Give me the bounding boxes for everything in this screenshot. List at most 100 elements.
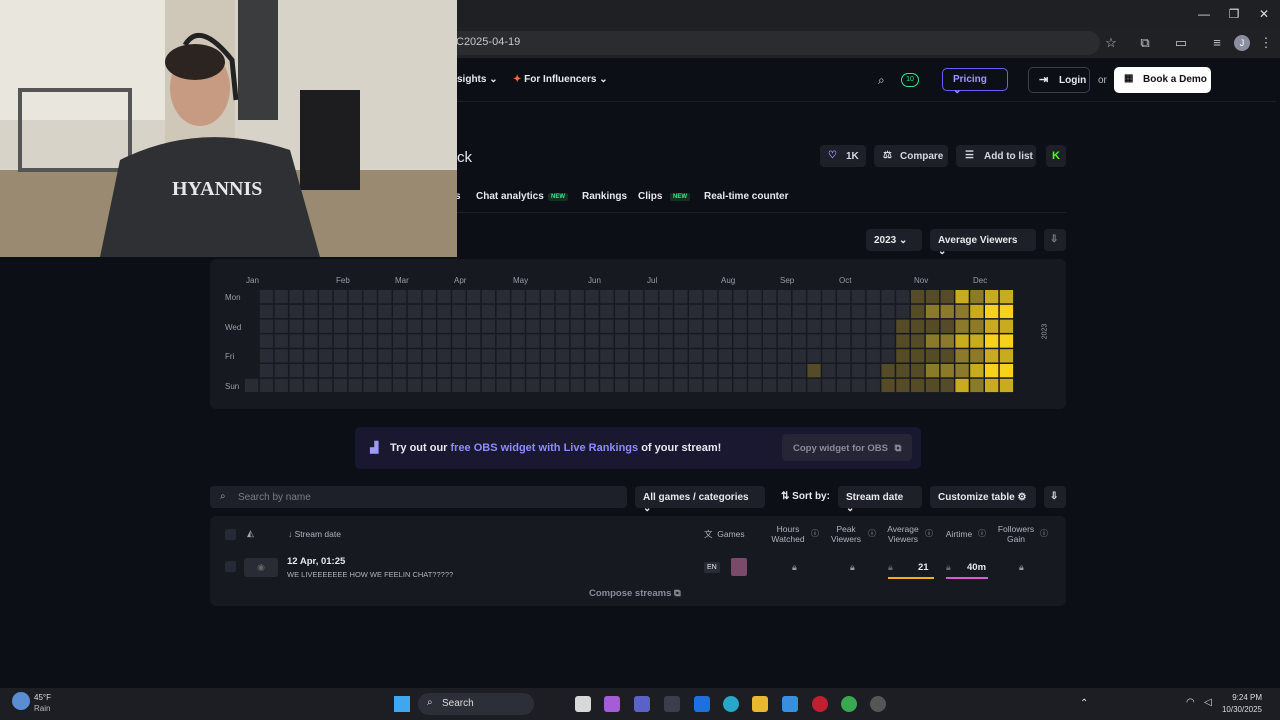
weather-desc: Rain — [34, 704, 51, 713]
add-to-list-button[interactable]: ☰ Add to list — [956, 145, 1036, 167]
taskbar-search[interactable]: ⌕ Search — [418, 693, 534, 715]
month-label-jun: Jun — [588, 276, 601, 285]
info-icon[interactable]: ⓘ — [925, 528, 933, 539]
info-icon[interactable]: ⓘ — [811, 528, 819, 539]
games-filter[interactable]: All games / categories ⌄ — [635, 486, 765, 514]
kick-button[interactable]: K — [1046, 145, 1066, 167]
weather-icon[interactable] — [12, 692, 30, 710]
compose-streams-button[interactable]: Compose streams ⧉ — [589, 588, 681, 599]
close-icon[interactable]: ✕ — [1254, 7, 1274, 21]
thumbnail-icon: ◭ — [247, 528, 254, 538]
year-select[interactable]: 2023 ⌄ — [866, 229, 922, 251]
star-icon[interactable]: ☆ — [1103, 35, 1119, 51]
chrome-icon[interactable] — [841, 696, 857, 712]
login-button[interactable]: ⇥ Login — [1028, 67, 1090, 93]
tab-chat-analytics[interactable]: Chat analytics — [476, 191, 544, 202]
cast-icon[interactable]: ▭ — [1173, 35, 1189, 51]
search-input[interactable]: ⌕ Search by name — [210, 486, 627, 508]
month-label-oct: Oct — [839, 276, 852, 285]
col-games[interactable]: 文 Games — [704, 529, 745, 539]
follow-button[interactable]: ♡ 1K — [820, 145, 866, 167]
menu-icon[interactable]: ⋮ — [1258, 35, 1274, 51]
book-demo-button[interactable]: ▦ Book a Demo — [1114, 67, 1211, 93]
col-hours-watched[interactable]: Hours Watched — [768, 524, 808, 544]
nav-for-influencers[interactable]: ✦ For Influencers ⌄ — [513, 74, 608, 85]
row-checkbox[interactable] — [225, 561, 236, 572]
shirt-text: HYANNIS — [172, 178, 262, 200]
edge-icon[interactable] — [723, 696, 739, 712]
tab-rankings[interactable]: Rankings — [582, 191, 627, 202]
download-icon[interactable]: ⇩ — [1044, 229, 1066, 251]
volume-icon[interactable]: ◁ — [1204, 697, 1212, 708]
col-followers-gain[interactable]: Followers Gain — [996, 524, 1036, 544]
search-icon[interactable]: ⌕ — [878, 73, 885, 88]
compare-button[interactable]: ⚖ Compare — [874, 145, 948, 167]
maximize-icon[interactable]: ❐ — [1224, 7, 1244, 21]
heart-icon: ♡ — [828, 150, 837, 161]
avg-viewers-bar — [888, 577, 934, 579]
customize-table-button[interactable]: Customize table ⚙ — [930, 486, 1036, 508]
month-label-jul: Jul — [647, 276, 658, 285]
calendar-icon: ▦ — [1124, 73, 1134, 84]
teams-icon[interactable] — [634, 696, 650, 712]
opera-icon[interactable] — [812, 696, 828, 712]
profile-avatar[interactable]: J — [1234, 35, 1250, 51]
nav-insights[interactable]: sights ⌄ — [457, 74, 498, 85]
lock-icon: 🔒︎ — [888, 562, 893, 572]
obs-icon[interactable] — [870, 696, 886, 712]
clock-time[interactable]: 9:24 PM — [1222, 693, 1262, 702]
info-icon[interactable]: ⓘ — [1040, 528, 1048, 539]
copilot-icon[interactable] — [604, 696, 620, 712]
month-label-aug: Aug — [721, 276, 736, 285]
month-label-jan: Jan — [246, 276, 259, 285]
tab-realtime-counter[interactable]: Real-time counter — [704, 191, 788, 202]
game-cover[interactable] — [731, 558, 747, 576]
webcam-overlay: HYANNIS — [0, 0, 457, 257]
wifi-icon[interactable]: ◠ — [1186, 697, 1195, 708]
address-bar[interactable]: C2025-04-19 — [440, 31, 1100, 55]
month-label-sep: Sep — [780, 276, 795, 285]
info-icon[interactable]: ⓘ — [868, 528, 876, 539]
compare-icon: ⚖ — [883, 150, 892, 161]
file-icon[interactable] — [575, 696, 591, 712]
stream-thumbnail[interactable]: ◉ — [244, 558, 278, 577]
live-badge[interactable]: 10 — [901, 73, 919, 87]
day-label-fri: Fri — [225, 352, 235, 361]
pricing-button[interactable]: Pricing ⌄ — [942, 68, 1008, 96]
sort-icon: ⇅ — [781, 491, 790, 502]
sort-select[interactable]: Stream date ⌄ — [838, 486, 922, 514]
avg-viewers-value: 21 — [918, 562, 929, 573]
day-label-sun: Sun — [225, 382, 240, 391]
dropbox-icon[interactable] — [694, 696, 710, 712]
col-airtime[interactable]: Airtime — [942, 529, 976, 539]
bars-icon: ▟ — [370, 442, 379, 454]
col-peak-viewers[interactable]: Peak Viewers — [828, 524, 864, 544]
month-label-nov: Nov — [914, 276, 929, 285]
copy-widget-button[interactable]: Copy widget for OBS ⧉ — [782, 434, 912, 461]
sort-label: ⇅ Sort by: — [781, 491, 830, 502]
search-icon: ⌕ — [220, 491, 226, 502]
select-all-checkbox[interactable] — [225, 529, 236, 540]
store-icon[interactable] — [664, 696, 680, 712]
minimize-icon[interactable]: — — [1194, 7, 1214, 21]
col-stream-date[interactable]: ↓ Stream date — [288, 529, 341, 539]
obs-link[interactable]: free OBS widget with Live Rankings — [451, 442, 639, 454]
stream-date: 12 Apr, 01:25 — [287, 556, 346, 567]
login-icon: ⇥ — [1039, 74, 1049, 86]
reading-list-icon[interactable]: ≡ — [1209, 35, 1225, 51]
mail-icon[interactable] — [782, 696, 798, 712]
metric-select[interactable]: Average Viewers ⌄ — [930, 229, 1036, 257]
info-icon[interactable]: ⓘ — [978, 528, 986, 539]
extensions-icon[interactable]: ⧉ — [1137, 35, 1153, 51]
search-icon: ⌕ — [427, 697, 433, 708]
chevron-up-icon[interactable]: ⌃ — [1080, 698, 1088, 709]
export-icon[interactable]: ⇩ — [1044, 486, 1066, 508]
windows-start-icon[interactable] — [394, 696, 410, 712]
month-label-dec: Dec — [973, 276, 988, 285]
tab-clips[interactable]: Clips — [638, 191, 662, 202]
clock-date[interactable]: 10/30/2025 — [1212, 705, 1262, 714]
col-average-viewers[interactable]: Average Viewers — [884, 524, 922, 544]
folder-icon[interactable] — [752, 696, 768, 712]
weather-temp: 45°F — [34, 693, 51, 702]
stream-title: WE LIVEEEEEEE HOW WE FEELIN CHAT????? — [287, 570, 454, 579]
